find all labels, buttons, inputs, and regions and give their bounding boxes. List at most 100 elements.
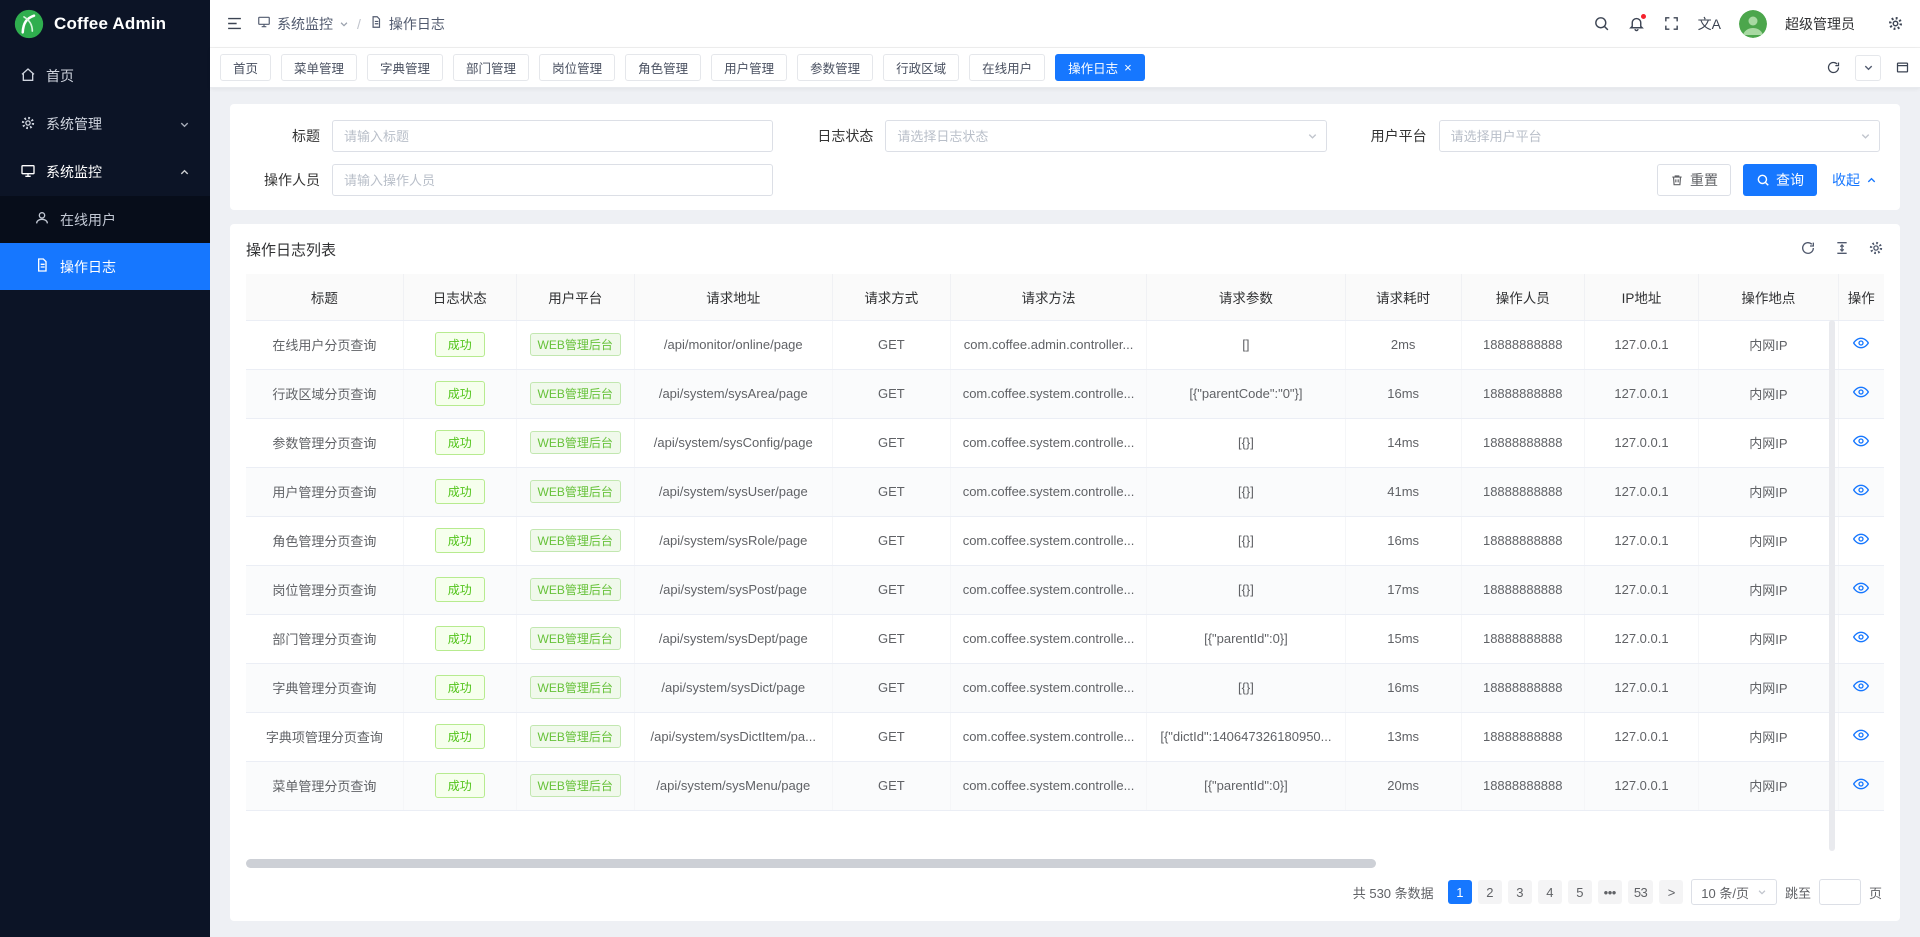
view-detail-eye-icon[interactable] [1853,384,1869,400]
tab-用户管理[interactable]: 用户管理 [711,54,787,81]
tab-行政区域[interactable]: 行政区域 [883,54,959,81]
notification-bell-icon[interactable] [1628,15,1645,32]
view-detail-eye-icon[interactable] [1853,531,1869,547]
view-detail-eye-icon[interactable] [1853,580,1869,596]
view-detail-eye-icon[interactable] [1853,776,1869,792]
tab-操作日志[interactable]: 操作日志× [1055,54,1145,81]
tab-角色管理[interactable]: 角色管理 [625,54,701,81]
page-button-1[interactable]: 1 [1448,880,1472,904]
cell-method: GET [832,467,950,516]
sidebar-item-online-users[interactable]: 在线用户 [0,196,210,243]
cell-title: 参数管理分页查询 [246,418,403,467]
status-filter-input[interactable] [885,120,1326,152]
title-filter-input[interactable] [332,120,773,152]
tab-菜单管理[interactable]: 菜单管理 [281,54,357,81]
tab-options-chevron-down-icon[interactable] [1855,55,1881,81]
column-header: IP地址 [1584,274,1699,320]
tab-close-icon[interactable]: × [1124,61,1132,74]
breadcrumb-item-system-monitoring[interactable]: 系统监控 [257,14,349,34]
cell-ip: 127.0.0.1 [1584,369,1699,418]
page-button-2[interactable]: 2 [1478,880,1502,904]
tab-label: 首页 [233,58,258,77]
cell-url: /api/system/sysArea/page [634,369,832,418]
view-detail-eye-icon[interactable] [1853,335,1869,351]
tab-在线用户[interactable]: 在线用户 [969,54,1045,81]
cell-duration: 13ms [1345,712,1461,761]
table-zone: 标题日志状态用户平台请求地址请求方式请求方法请求参数请求耗时操作人员IP地址操作… [246,274,1884,857]
view-detail-eye-icon[interactable] [1853,482,1869,498]
view-detail-eye-icon[interactable] [1853,629,1869,645]
page-button-53[interactable]: 53 [1628,880,1653,904]
view-detail-eye-icon[interactable] [1853,678,1869,694]
page-button-4[interactable]: 4 [1538,880,1562,904]
horizontal-scrollbar[interactable] [246,859,1376,868]
table-row: 字典项管理分页查询成功WEB管理后台/api/system/sysDictIte… [246,712,1884,761]
cell-params: [{}] [1147,467,1345,516]
tab-字典管理[interactable]: 字典管理 [367,54,443,81]
jump-page-input[interactable] [1819,879,1861,905]
view-detail-eye-icon[interactable] [1853,727,1869,743]
platform-filter-label: 用户平台 [1357,126,1427,146]
column-settings-gear-icon[interactable] [1868,240,1884,259]
search-icon[interactable] [1593,15,1610,32]
sidebar-item-system-monitoring[interactable]: 系统监控 [0,148,210,196]
cell-url: /api/system/sysDictItem/pa... [634,712,832,761]
sidebar-item-label: 系统监控 [46,162,102,182]
page-button-5[interactable]: 5 [1568,880,1592,904]
sidebar-item-system-management[interactable]: 系统管理 [0,100,210,148]
refresh-icon[interactable] [1800,240,1816,259]
cell-status: 成功 [403,320,516,369]
cell-params: [{"parentId":0}] [1147,614,1345,663]
avatar[interactable] [1739,10,1767,38]
tab-岗位管理[interactable]: 岗位管理 [539,54,615,81]
app-root: Coffee Admin 首页 系统管理 系统监控 在线用户 [0,0,1920,937]
app-logo[interactable]: Coffee Admin [0,0,210,48]
cell-ip: 127.0.0.1 [1584,663,1699,712]
cell-status: 成功 [403,516,516,565]
cell-handler: com.coffee.system.controlle... [950,614,1147,663]
cell-method: GET [832,712,950,761]
sidebar-item-operation-logs[interactable]: 操作日志 [0,243,210,290]
tab-首页[interactable]: 首页 [220,54,271,81]
search-button[interactable]: 查询 [1743,164,1817,196]
current-user-name[interactable]: 超级管理员 [1785,14,1855,34]
tab-label: 参数管理 [810,58,860,77]
cell-ip: 127.0.0.1 [1584,761,1699,810]
cell-platform: WEB管理后台 [516,418,634,467]
cell-operator: 18888888888 [1461,320,1584,369]
operator-filter-input[interactable] [332,164,773,196]
chevron-down-icon [1860,131,1871,142]
cell-action [1838,761,1884,810]
refresh-icon[interactable] [1826,60,1841,75]
column-header: 请求耗时 [1345,274,1461,320]
page-size-select[interactable]: 10 条/页 [1691,879,1777,905]
view-detail-eye-icon[interactable] [1853,433,1869,449]
filter-form: 标题 日志状态 用户平台 [250,120,1880,196]
sidebar-collapse-icon[interactable] [226,15,243,32]
tab-参数管理[interactable]: 参数管理 [797,54,873,81]
status-filter-select[interactable] [885,120,1326,152]
content-fullscreen-icon[interactable] [1895,60,1910,75]
reset-button[interactable]: 重置 [1657,164,1731,196]
breadcrumb-item-operation-logs: 操作日志 [369,14,445,34]
cell-status: 成功 [403,761,516,810]
table-row: 角色管理分页查询成功WEB管理后台/api/system/sysRole/pag… [246,516,1884,565]
jump-label-suffix: 页 [1869,883,1882,902]
operation-log-table: 标题日志状态用户平台请求地址请求方式请求方法请求参数请求耗时操作人员IP地址操作… [246,274,1884,811]
fullscreen-icon[interactable] [1663,15,1680,32]
column-height-icon[interactable] [1834,240,1850,259]
vertical-scrollbar[interactable] [1829,320,1835,851]
tab-部门管理[interactable]: 部门管理 [453,54,529,81]
platform-filter-select[interactable] [1439,120,1880,152]
page-ellipsis[interactable]: ••• [1598,880,1622,904]
page-button-3[interactable]: 3 [1508,880,1532,904]
sidebar-item-home[interactable]: 首页 [0,52,210,100]
collapse-filters-button[interactable]: 收起 [1829,164,1880,196]
settings-gear-icon[interactable] [1887,15,1904,32]
next-page-button[interactable]: > [1659,880,1683,904]
search-icon [1756,173,1770,187]
cell-status: 成功 [403,467,516,516]
chevron-up-icon [1866,175,1877,186]
translate-icon[interactable]: 文A [1698,14,1721,34]
platform-filter-input[interactable] [1439,120,1880,152]
